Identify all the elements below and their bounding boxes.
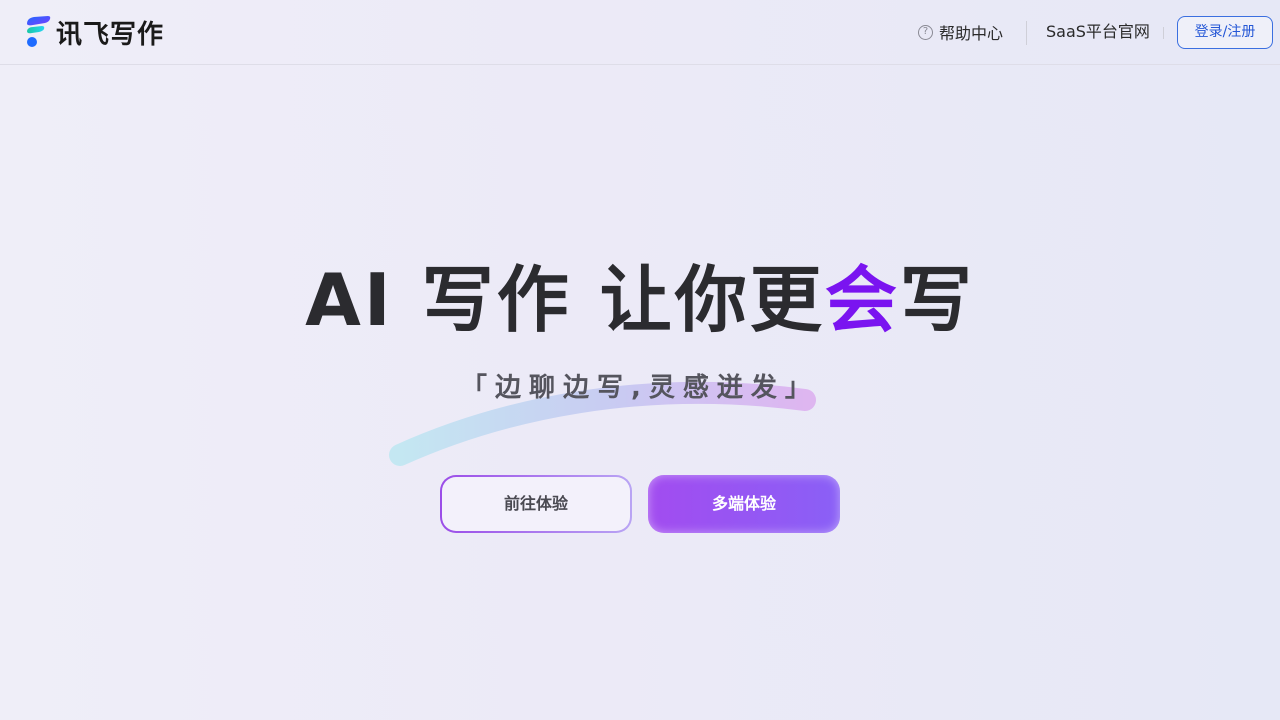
help-center-label: 帮助中心 <box>939 24 1004 43</box>
hero-subtitle: 「边聊边写,灵感迸发」 <box>461 373 819 403</box>
try-now-button[interactable]: 前往体验 <box>440 475 632 533</box>
xunfei-logo-icon <box>24 15 52 49</box>
multi-platform-button[interactable]: 多端体验 <box>648 475 840 533</box>
question-circle-icon: ? <box>918 24 933 40</box>
hero-title-main: AI 写作 让你更 <box>305 258 825 342</box>
hero-title: AI 写作 让你更会写 <box>0 258 1280 342</box>
hero-title-accent: 会 <box>824 258 900 342</box>
top-header: 讯飞写作 ? 帮助中心 SaaS平台官网 登录/注册 <box>0 0 1280 65</box>
nav-divider <box>1026 21 1027 45</box>
logo[interactable]: 讯飞写作 <box>24 15 165 50</box>
nav-divider-small <box>1163 27 1164 39</box>
logo-text: 讯飞写作 <box>56 19 165 50</box>
hero-title-end: 写 <box>899 258 975 342</box>
help-center-link[interactable]: ? 帮助中心 <box>918 20 1003 44</box>
login-register-button[interactable]: 登录/注册 <box>1177 16 1273 49</box>
saas-platform-link[interactable]: SaaS平台官网 <box>1046 20 1150 44</box>
